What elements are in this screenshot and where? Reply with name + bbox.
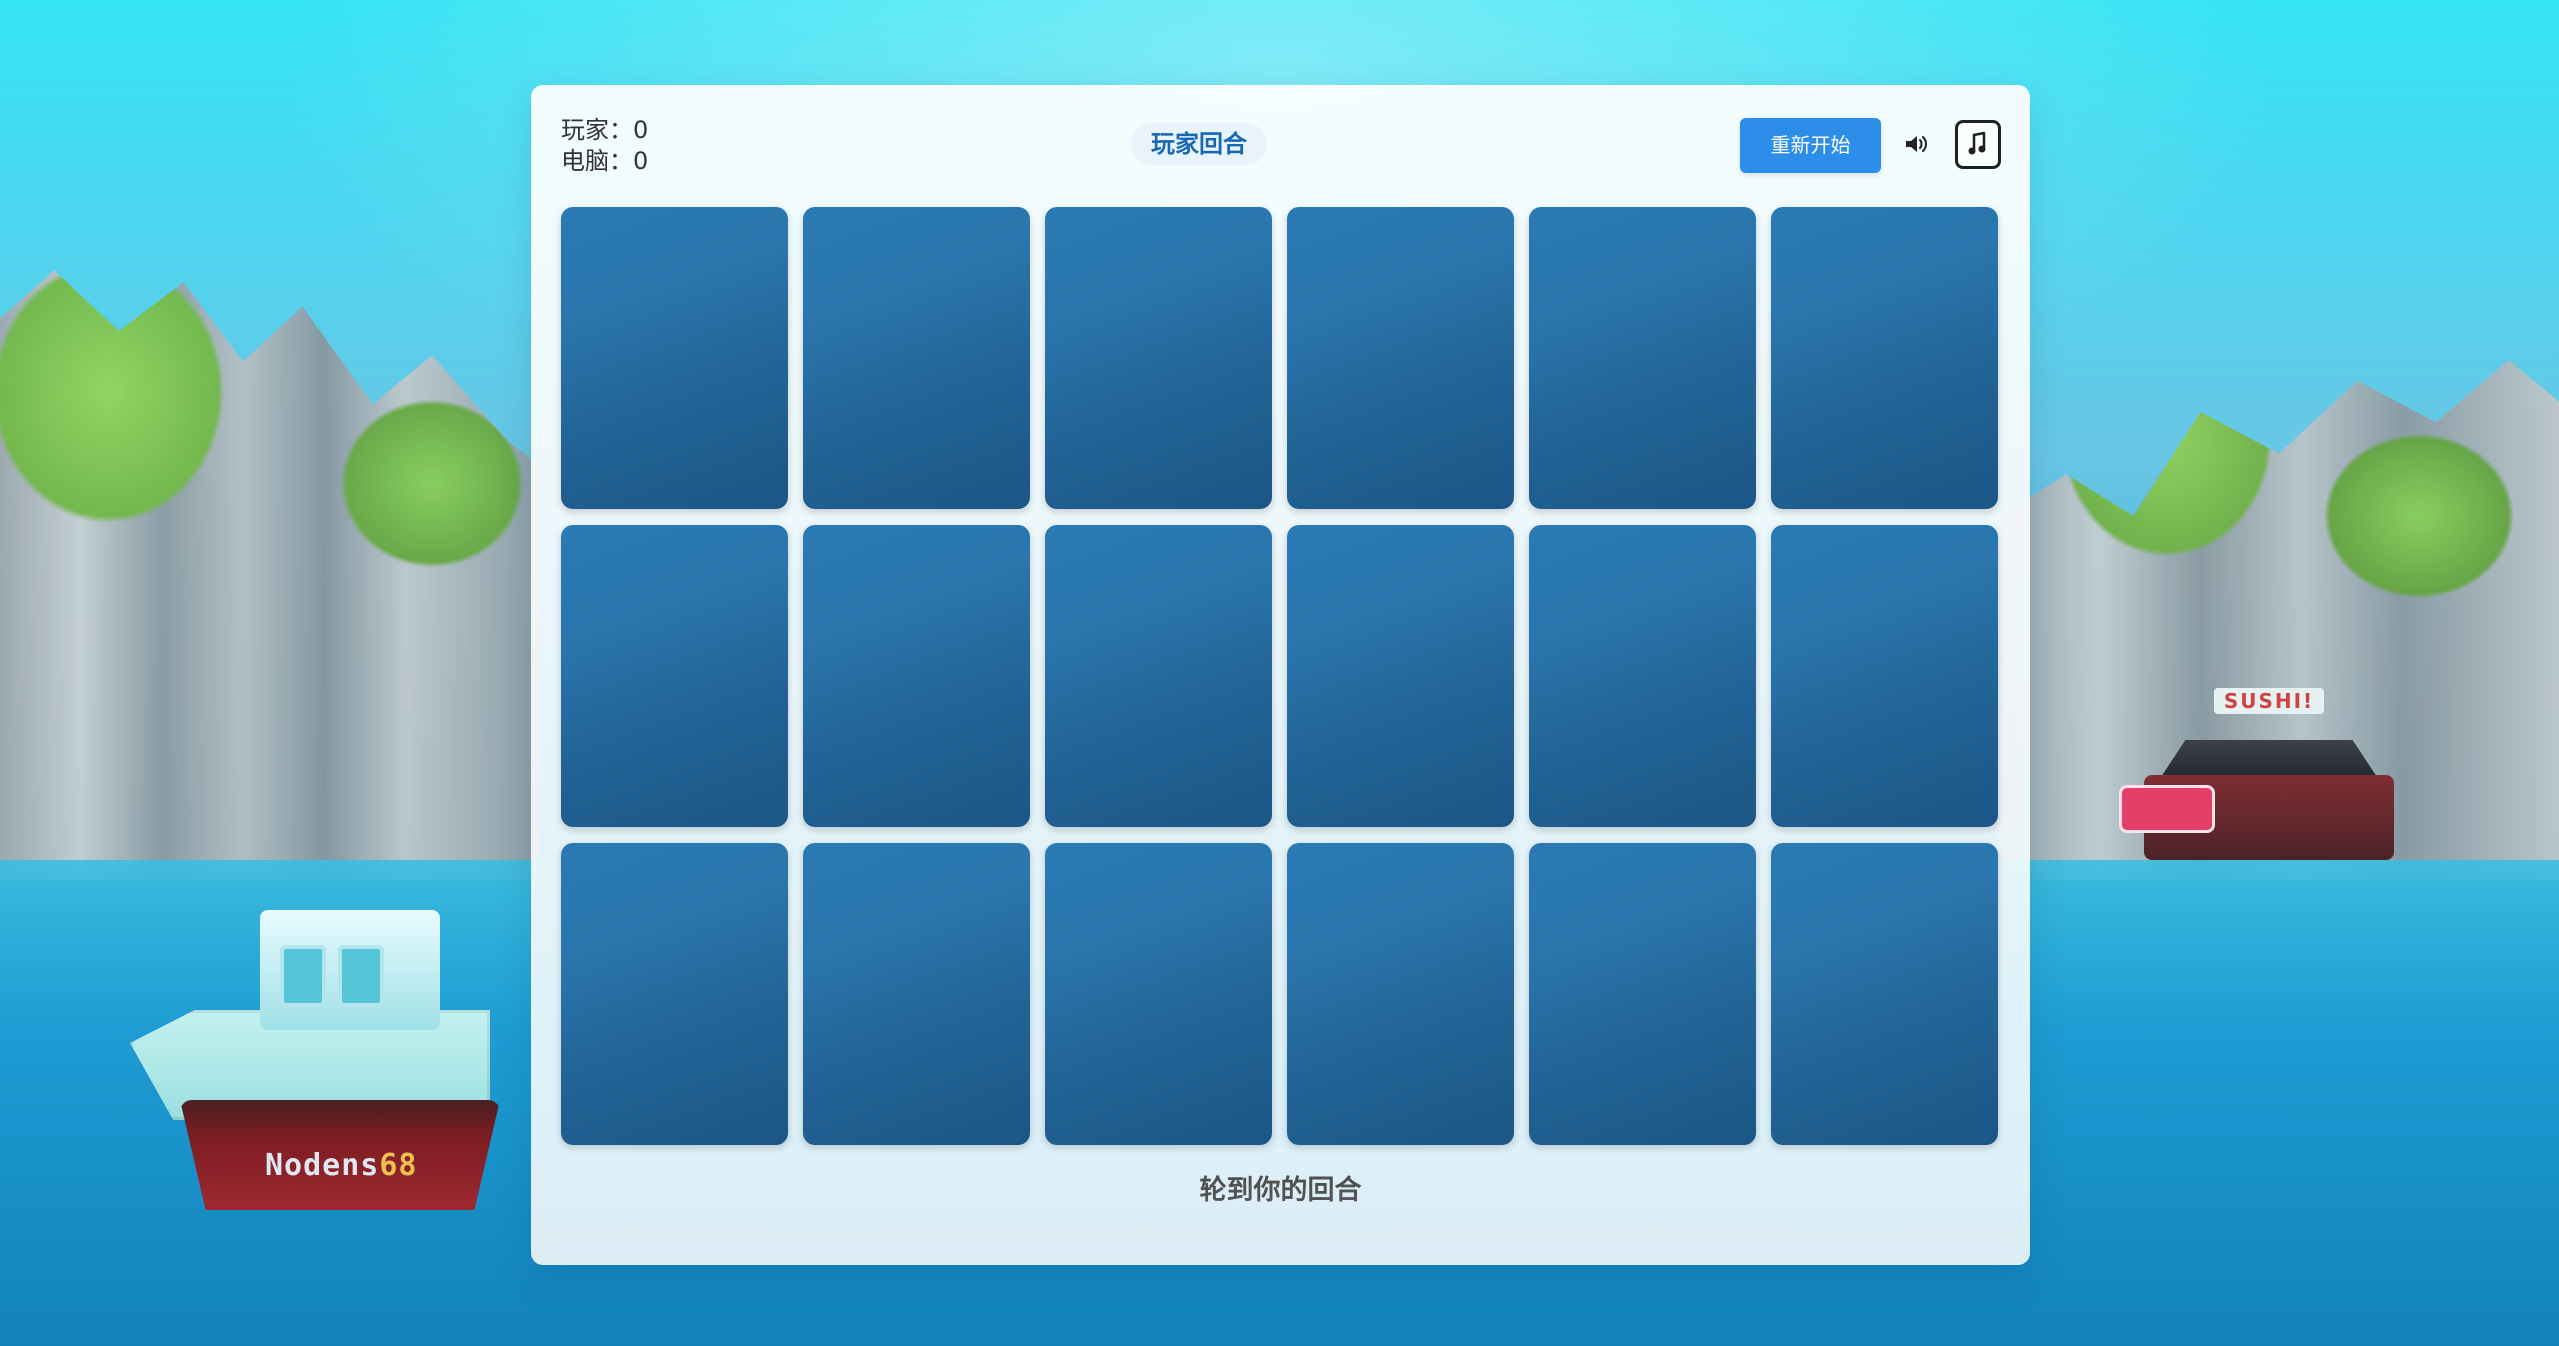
memory-card[interactable] bbox=[1287, 843, 1514, 1145]
sushi-neon-sign bbox=[2119, 785, 2215, 833]
memory-card[interactable] bbox=[1045, 207, 1272, 509]
boat-name-text: Nodens bbox=[265, 1148, 380, 1183]
memory-card[interactable] bbox=[561, 207, 788, 509]
music-toggle-button[interactable] bbox=[1955, 120, 2001, 169]
memory-card[interactable] bbox=[1529, 843, 1756, 1145]
memory-card[interactable] bbox=[803, 207, 1030, 509]
memory-game-panel: 玩家：0 电脑：0 玩家回合 重新开始 轮到你的回合 bbox=[531, 85, 2030, 1265]
turn-badge: 玩家回合 bbox=[1131, 123, 1267, 165]
memory-card[interactable] bbox=[1771, 207, 1998, 509]
boat-window bbox=[338, 945, 384, 1007]
memory-card[interactable] bbox=[561, 525, 788, 827]
sushi-sign: SUSHI! bbox=[2214, 688, 2324, 714]
memory-card[interactable] bbox=[561, 843, 788, 1145]
computer-score: 电脑：0 bbox=[561, 147, 649, 175]
boat-window bbox=[280, 945, 326, 1007]
volume-icon bbox=[1906, 136, 1927, 152]
memory-card[interactable] bbox=[803, 843, 1030, 1145]
card-grid bbox=[561, 207, 1998, 1145]
restart-button[interactable]: 重新开始 bbox=[1740, 118, 1881, 173]
memory-card[interactable] bbox=[1529, 525, 1756, 827]
sound-toggle-button[interactable] bbox=[1901, 128, 1933, 160]
boat-number: 68 bbox=[379, 1148, 418, 1183]
sushi-roof bbox=[2159, 740, 2379, 780]
game-scene: Nodens68 SUSHI! 玩家：0 电脑：0 玩家回合 重新开始 轮到你的… bbox=[0, 0, 2559, 1346]
memory-card[interactable] bbox=[1529, 207, 1756, 509]
memory-card[interactable] bbox=[1045, 843, 1272, 1145]
turn-message: 轮到你的回合 bbox=[1199, 1175, 1362, 1206]
memory-card[interactable] bbox=[1287, 525, 1514, 827]
memory-card[interactable] bbox=[803, 525, 1030, 827]
sushi-ship-illustration: SUSHI! bbox=[2119, 680, 2419, 890]
score-board: 玩家：0 电脑：0 bbox=[561, 115, 648, 177]
memory-card[interactable] bbox=[1287, 207, 1514, 509]
player-score: 玩家：0 bbox=[561, 116, 649, 144]
fishing-boat-illustration: Nodens68 bbox=[70, 830, 540, 1250]
boat-name: Nodens68 bbox=[265, 1148, 418, 1183]
game-toolbar: 玩家：0 电脑：0 玩家回合 重新开始 bbox=[531, 85, 2030, 205]
music-note-icon bbox=[1968, 131, 1986, 154]
memory-card[interactable] bbox=[1771, 843, 1998, 1145]
memory-card[interactable] bbox=[1771, 525, 1998, 827]
memory-card[interactable] bbox=[1045, 525, 1272, 827]
